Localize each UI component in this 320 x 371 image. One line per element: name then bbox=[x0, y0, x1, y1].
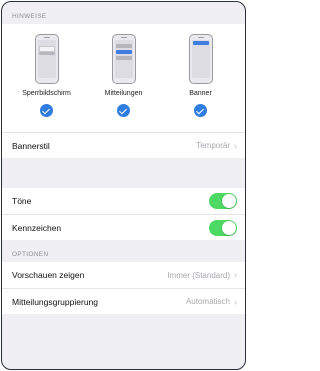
bannerstil-row[interactable]: Bannerstil Temporär › bbox=[2, 132, 245, 158]
hinweise-card: Sperrbildschirm Mitteilungen Banner Bann… bbox=[2, 24, 245, 158]
option-sperrbildschirm[interactable]: Sperrbildschirm bbox=[15, 30, 79, 124]
vorschauen-label: Vorschauen zeigen bbox=[12, 270, 85, 280]
checkmark-icon[interactable] bbox=[194, 104, 207, 117]
option-label: Banner bbox=[189, 90, 212, 97]
optionen-card: Vorschauen zeigen Immer (Standard) › Mit… bbox=[2, 262, 245, 314]
vorschauen-row[interactable]: Vorschauen zeigen Immer (Standard) › bbox=[2, 262, 245, 288]
bannerstil-value: Temporär bbox=[196, 141, 230, 150]
toene-toggle[interactable] bbox=[209, 193, 237, 209]
checkmark-icon[interactable] bbox=[40, 104, 53, 117]
vorschauen-value: Immer (Standard) bbox=[167, 270, 230, 280]
bannerstil-label: Bannerstil bbox=[12, 140, 50, 151]
option-label: Sperrbildschirm bbox=[22, 90, 71, 97]
checkmark-icon[interactable] bbox=[117, 104, 130, 117]
toggle-knob bbox=[222, 220, 236, 235]
option-label: Mitteilungen bbox=[104, 90, 143, 97]
kennzeichen-toggle[interactable] bbox=[209, 219, 237, 236]
lockscreen-preview-icon bbox=[34, 34, 59, 84]
section-header-hinweise: HINWEISE bbox=[12, 13, 47, 20]
banner-preview-icon bbox=[188, 34, 213, 84]
toene-label: Töne bbox=[12, 196, 32, 206]
kennzeichen-row: Kennzeichen bbox=[2, 214, 245, 240]
section-header-optionen: OPTIONEN bbox=[12, 251, 49, 258]
option-mitteilungen[interactable]: Mitteilungen bbox=[92, 30, 156, 124]
toggles-card: Töne Kennzeichen bbox=[2, 188, 245, 240]
gruppierung-value: Automatisch bbox=[185, 297, 230, 306]
gruppierung-label: Mitteilungsgruppierung bbox=[12, 296, 98, 307]
notification-center-preview-icon bbox=[111, 34, 136, 84]
kennzeichen-label: Kennzeichen bbox=[12, 222, 62, 233]
gruppierung-row[interactable]: Mitteilungsgruppierung Automatisch › bbox=[2, 288, 245, 314]
toggle-knob bbox=[222, 194, 236, 208]
chevron-right-icon: › bbox=[234, 140, 237, 151]
chevron-right-icon: › bbox=[234, 270, 237, 280]
chevron-right-icon: › bbox=[234, 296, 237, 307]
notification-settings-panel: HINWEISE Sperrbildschirm Mitteilungen Ba… bbox=[1, 1, 246, 370]
option-banner[interactable]: Banner bbox=[169, 30, 233, 124]
alert-style-options: Sperrbildschirm Mitteilungen Banner bbox=[2, 24, 245, 132]
toene-row: Töne bbox=[2, 188, 245, 214]
